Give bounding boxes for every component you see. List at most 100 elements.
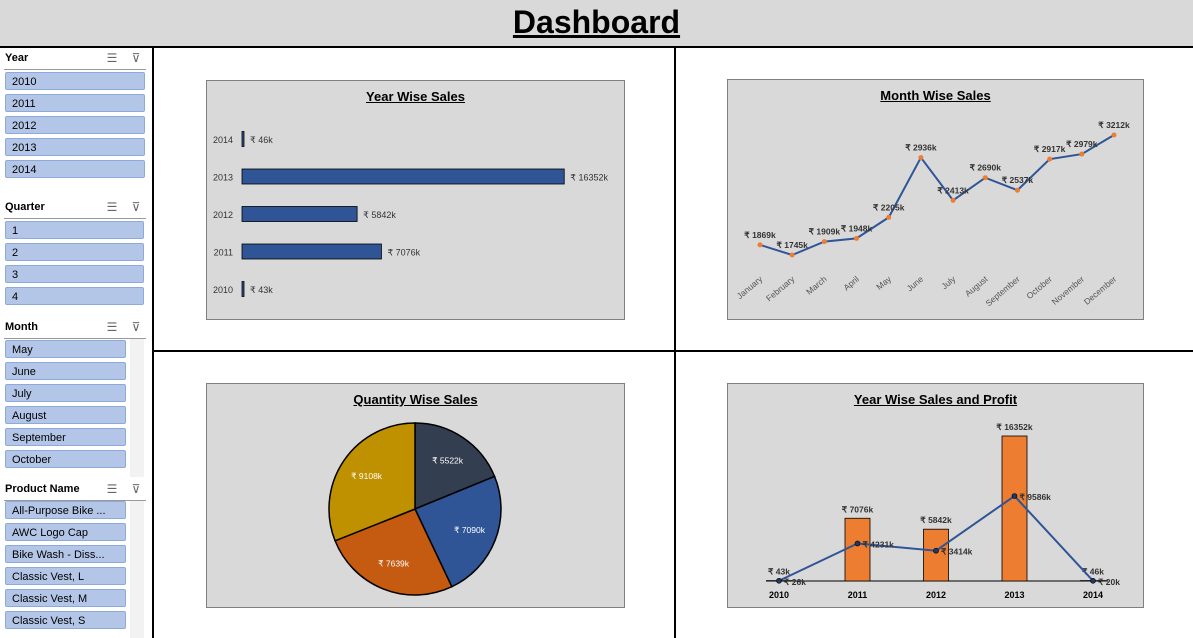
y-tick-label: 2010	[213, 285, 233, 295]
month-wise-sales-chart[interactable]: Month Wise Sales ₹ 1869k January ₹ 1745k Fe…	[727, 79, 1144, 320]
slicer-item-product[interactable]: Classic Vest, S	[5, 611, 126, 629]
bar	[241, 243, 382, 260]
multi-select-icon[interactable]: ☰	[104, 320, 120, 334]
data-label: ₹ 2917k	[1034, 144, 1066, 154]
x-tick-label: 2010	[769, 590, 789, 600]
slicer-item-july[interactable]: July	[5, 384, 126, 402]
year-wise-sales-chart[interactable]: Year Wise Sales 2014 ₹ 46k 2013 ₹ 16352k 201…	[206, 80, 625, 320]
column-label: ₹ 5842k	[920, 515, 952, 525]
slicer-item-2011[interactable]: 2011	[5, 94, 145, 112]
data-label: ₹ 5842k	[363, 210, 396, 220]
slicer-item-product[interactable]: Bike Wash - Diss...	[5, 545, 126, 563]
slicer-item-q2[interactable]: 2	[5, 243, 144, 261]
data-label: ₹ 7639k	[378, 558, 410, 568]
slicer-title: Quarter	[5, 201, 45, 213]
data-label: ₹ 46k	[250, 135, 273, 145]
y-tick-label: 2011	[214, 248, 233, 258]
clear-filter-icon[interactable]: ⊽	[128, 51, 144, 65]
profit-label: ₹ 4231k	[863, 539, 895, 549]
y-tick-label: 2013	[213, 173, 233, 183]
data-point	[918, 155, 924, 161]
slicer-title: Month	[5, 321, 38, 333]
clear-filter-icon[interactable]: ⊽	[128, 482, 144, 496]
profit-label: ₹ 26k	[784, 577, 806, 587]
x-tick-label: February	[764, 273, 797, 303]
clear-filter-icon[interactable]: ⊽	[128, 320, 144, 334]
x-tick-label: 2012	[926, 590, 946, 600]
data-point	[1079, 151, 1085, 157]
slicer-item-q1[interactable]: 1	[5, 221, 144, 239]
data-point	[1111, 132, 1117, 138]
slicer-header: Quarter ☰ ⊽	[0, 197, 152, 219]
x-tick-label: 2014	[1083, 590, 1103, 600]
year-wise-sales-profit-chart[interactable]: Year Wise Sales and Profit ₹ 43k 2010 ₹ 70…	[727, 383, 1144, 608]
profit-point	[933, 547, 939, 554]
multi-select-icon[interactable]: ☰	[104, 51, 120, 65]
slicer-item-2012[interactable]: 2012	[5, 116, 145, 134]
data-label: ₹ 1869k	[744, 230, 776, 240]
data-point	[821, 239, 827, 245]
slicer-item-june[interactable]: June	[5, 362, 126, 380]
quantity-wise-sales-chart[interactable]: Quantity Wise Sales ₹ 5522k ₹ 7090k ₹ 7639…	[206, 383, 625, 608]
slicer-item-august[interactable]: August	[5, 406, 126, 424]
slicer-item-2014[interactable]: 2014	[5, 160, 145, 178]
multi-select-icon[interactable]: ☰	[104, 482, 120, 496]
data-point	[950, 197, 956, 203]
data-label: ₹ 43k	[250, 285, 273, 295]
slicer-header: Product Name ☰ ⊽	[0, 479, 152, 501]
column-bar	[1001, 435, 1028, 582]
quantity-wise-sales-plot: ₹ 5522k ₹ 7090k ₹ 7639k ₹ 9108k	[328, 422, 502, 596]
data-label: ₹ 2537k	[1002, 175, 1034, 185]
x-tick-label: August	[963, 273, 990, 298]
slicer-item-product[interactable]: Classic Vest, M	[5, 589, 126, 607]
multi-select-icon[interactable]: ☰	[104, 200, 120, 214]
slicer-item-2010[interactable]: 2010	[5, 72, 145, 90]
bar	[241, 206, 358, 222]
profit-label: ₹ 20k	[1098, 577, 1120, 587]
data-label: ₹ 9108k	[351, 471, 383, 481]
clear-filter-icon[interactable]: ⊽	[128, 200, 144, 214]
slicer-title: Year	[5, 52, 29, 64]
slicer-item-q4[interactable]: 4	[5, 287, 144, 305]
slicer-scrollbar[interactable]	[130, 501, 144, 638]
data-point	[982, 175, 988, 181]
column-bar	[844, 517, 871, 582]
profit-point	[1011, 493, 1018, 499]
data-label: ₹ 2979k	[1066, 139, 1098, 149]
slicer-item-product[interactable]: AWC Logo Cap	[5, 523, 126, 541]
slicer-item-september[interactable]: September	[5, 428, 126, 446]
profit-point	[1090, 578, 1096, 584]
column-label: ₹ 7076k	[842, 504, 874, 514]
data-point	[1014, 187, 1020, 193]
slicer-item-q3[interactable]: 3	[5, 265, 144, 283]
slicer-item-may[interactable]: May	[5, 340, 126, 358]
product-name-slicer: Product Name ☰ ⊽ All-Purpose Bike ... AW…	[0, 477, 152, 638]
bar	[241, 131, 245, 147]
slicer-item-2013[interactable]: 2013	[5, 138, 145, 156]
column-label: ₹ 43k	[768, 567, 790, 577]
data-label: ₹ 1909k	[809, 227, 841, 237]
data-label: ₹ 7076k	[387, 248, 420, 258]
slicer-item-product[interactable]: All-Purpose Bike ...	[5, 501, 126, 519]
data-label: ₹ 7090k	[454, 525, 486, 535]
data-point	[789, 252, 795, 258]
x-tick-label: December	[1082, 274, 1119, 307]
x-tick-label: July	[939, 273, 958, 291]
year-wise-sales-plot: 2014 ₹ 46k 2013 ₹ 16352k 2012 ₹ 5842k 2011 ₹ 70…	[213, 131, 608, 297]
year-wise-sales-profit-plot: ₹ 43k 2010 ₹ 7076k 2011 ₹ 5842k 2012 ₹ 16352k 2…	[766, 422, 1120, 600]
x-tick-label: 2013	[1004, 590, 1024, 600]
slicer-item-product[interactable]: Classic Vest, L	[5, 567, 126, 585]
data-label: ₹ 16352k	[570, 173, 608, 183]
data-point	[757, 242, 763, 248]
month-slicer: Month ☰ ⊽ May June July August September…	[0, 315, 152, 479]
panel-divider-vertical	[674, 48, 676, 638]
profit-point	[776, 577, 782, 584]
slicer-scrollbar[interactable]	[130, 339, 144, 477]
profit-label: ₹ 9586k	[1020, 492, 1052, 502]
year-slicer: Year ☰ ⊽ 2010 2011 2012 2013 2014	[0, 48, 152, 197]
slicer-item-october[interactable]: October	[5, 450, 126, 468]
data-label: ₹ 3212k	[1098, 120, 1130, 130]
x-tick-label: May	[874, 273, 893, 291]
x-tick-label: April	[841, 274, 861, 293]
x-tick-label: January	[735, 273, 765, 301]
